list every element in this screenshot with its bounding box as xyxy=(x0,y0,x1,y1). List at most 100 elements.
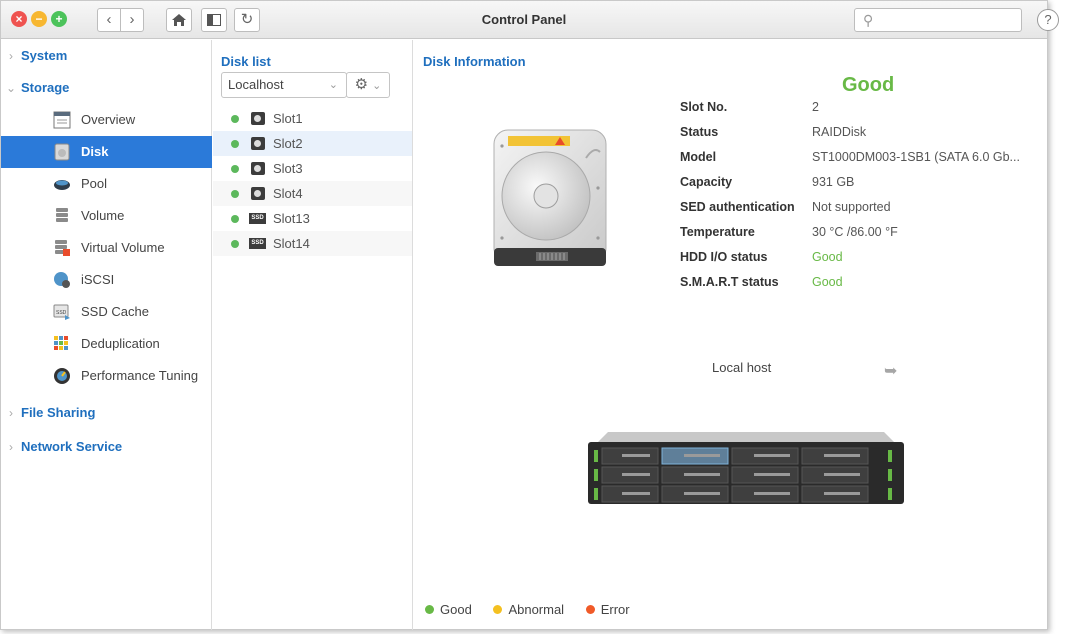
search-icon: ⚲ xyxy=(863,12,874,28)
sidebar-item-virtual-volume[interactable]: Virtual Volume xyxy=(1,232,212,264)
property-value: Good xyxy=(812,250,843,264)
property-value: ST1000DM003-1SB1 (SATA 6.0 Gb... xyxy=(812,150,1020,164)
volume-icon xyxy=(56,208,68,222)
slot-row-13[interactable]: SSD Slot13 xyxy=(213,206,412,231)
ssd-icon: SSD xyxy=(249,238,266,249)
chevron-right-icon: › xyxy=(9,49,13,63)
pool-icon xyxy=(54,180,70,190)
chevron-down-icon: ⌄ xyxy=(372,80,382,92)
property-row: Status RAIDDisk xyxy=(680,125,1040,145)
disk-info-title: Disk Information xyxy=(423,54,526,69)
help-icon: ? xyxy=(1044,12,1052,27)
sidebar-item-volume[interactable]: Volume xyxy=(1,200,212,232)
sidebar-group-storage[interactable]: ⌄ Storage xyxy=(1,76,69,100)
status-legend: Good Abnormal Error xyxy=(423,601,646,617)
sidebar-group-system[interactable]: › System xyxy=(1,44,67,68)
performance-tuning-icon xyxy=(54,368,70,384)
settings-menu-button[interactable]: ⚙ ⌄ xyxy=(346,72,390,98)
property-value: 2 xyxy=(812,100,819,114)
overview-icon xyxy=(53,111,71,129)
property-row: Temperature 30 °C /86.00 °F xyxy=(680,225,1040,245)
chevron-right-icon: › xyxy=(9,406,13,420)
search-input[interactable] xyxy=(881,12,1017,28)
slot-row-3[interactable]: Slot3 xyxy=(213,156,412,181)
sidebar-item-label: Volume xyxy=(81,208,125,223)
slot-row-2[interactable]: Slot2 xyxy=(213,131,412,156)
chevron-down-icon: ⌄ xyxy=(5,81,17,95)
legend-good-label: Good xyxy=(440,602,472,618)
host-select-value: Localhost xyxy=(228,77,284,92)
host-select[interactable]: Localhost ⌄ xyxy=(221,72,347,98)
property-value: 30 °C /86.00 °F xyxy=(812,225,898,239)
property-row: HDD I/O status Good xyxy=(680,250,1040,270)
sidebar-item-label: Performance Tuning xyxy=(81,368,199,383)
sidebar-item-ssd-cache[interactable]: SSD SSD Cache xyxy=(1,296,212,328)
sidebar: › System ⌄ Storage Overview Disk Pool Volu… xyxy=(1,40,212,630)
sidebar-item-label: SSD Cache xyxy=(81,304,149,319)
iscsi-icon xyxy=(54,272,70,288)
slot-row-1[interactable]: Slot1 xyxy=(213,106,412,131)
local-host-label: Local host xyxy=(712,360,772,375)
sidebar-group-network-service[interactable]: › Network Service xyxy=(1,435,122,459)
status-good-dot xyxy=(231,140,239,148)
status-good-dot xyxy=(231,165,239,173)
help-button[interactable]: ? xyxy=(1037,9,1059,31)
legend-good-dot xyxy=(425,605,434,615)
sidebar-item-pool[interactable]: Pool xyxy=(1,168,212,200)
chevron-down-icon: ⌄ xyxy=(328,79,338,91)
hdd-icon xyxy=(251,112,265,125)
property-row: Capacity 931 GB xyxy=(680,175,1040,195)
property-label: Temperature xyxy=(680,225,755,239)
slot-row-4[interactable]: Slot4 xyxy=(213,181,412,206)
search-box[interactable]: ⚲ xyxy=(854,8,1022,32)
property-row: Slot No. 2 xyxy=(680,100,1040,120)
share-arrow-icon[interactable]: ➥ xyxy=(884,361,897,381)
legend-abnormal-dot xyxy=(493,605,503,615)
sidebar-item-label: Deduplication xyxy=(81,336,160,351)
sidebar-item-disk[interactable]: Disk xyxy=(1,136,212,168)
status-good-dot xyxy=(231,240,239,248)
sidebar-group-label: File Sharing xyxy=(21,405,96,420)
status-good-dot xyxy=(231,215,239,223)
disk-info-panel: Disk Information Good Slot No. 2 Status … xyxy=(414,40,1047,630)
sidebar-item-deduplication[interactable]: Deduplication xyxy=(1,328,212,360)
title-bar: × − + ‹ › ↻ Control Panel ⚲ ? xyxy=(1,1,1059,39)
sidebar-group-label: Network Service xyxy=(21,439,123,454)
slot-label: Slot3 xyxy=(273,161,303,176)
property-value: 931 GB xyxy=(812,175,855,189)
sidebar-item-label: iSCSI xyxy=(81,272,115,287)
hdd-icon xyxy=(251,162,265,175)
disk-icon xyxy=(54,143,70,161)
control-panel-window: × − + ‹ › ↻ Control Panel ⚲ ? › System ⌄ S… xyxy=(0,0,1059,630)
property-label: Slot No. xyxy=(680,100,728,114)
property-label: Capacity xyxy=(680,175,733,189)
sidebar-group-file-sharing[interactable]: › File Sharing xyxy=(1,401,95,425)
slot-list: Slot1 Slot2 Slot3 Slot4 SSD Slot13 SSD S… xyxy=(213,106,412,266)
sidebar-item-label: Virtual Volume xyxy=(81,240,165,255)
sidebar-item-overview[interactable]: Overview xyxy=(1,104,212,136)
status-good-dot xyxy=(231,190,239,198)
slot-label: Slot2 xyxy=(273,136,303,151)
property-value: RAIDDisk xyxy=(812,125,867,139)
property-label: Status xyxy=(680,125,719,139)
legend-abnormal-label: Abnormal xyxy=(508,602,565,618)
property-row: Model ST1000DM003-1SB1 (SATA 6.0 Gb... xyxy=(680,150,1040,170)
sidebar-item-performance-tuning[interactable]: Performance Tuning xyxy=(1,360,212,392)
property-label: HDD I/O status xyxy=(680,250,768,264)
slot-label: Slot13 xyxy=(273,211,310,226)
ssd-icon: SSD xyxy=(249,213,266,224)
sidebar-item-label: Overview xyxy=(81,112,136,127)
sidebar-item-label: Disk xyxy=(81,144,109,159)
sidebar-item-iscsi[interactable]: iSCSI xyxy=(1,264,212,296)
hard-drive-illustration xyxy=(493,129,607,266)
hdd-icon xyxy=(251,187,265,200)
chevron-right-icon: › xyxy=(9,440,13,454)
ssd-cache-icon: SSD xyxy=(53,304,70,320)
slot-row-14[interactable]: SSD Slot14 xyxy=(213,231,412,256)
hdd-icon xyxy=(251,137,265,150)
slot-label: Slot1 xyxy=(273,111,303,126)
property-value: Good xyxy=(812,275,843,289)
property-label: Model xyxy=(680,150,717,164)
legend-error-label: Error xyxy=(600,602,630,618)
property-row: SED authentication Not supported xyxy=(680,200,1040,220)
